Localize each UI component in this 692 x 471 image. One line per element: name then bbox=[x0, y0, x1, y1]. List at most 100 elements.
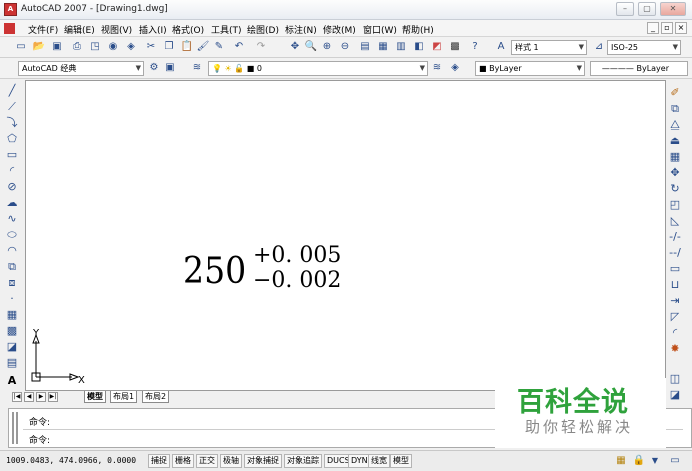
coordinate-readout[interactable]: 1009.0483, 474.0966, 0.0000 bbox=[6, 456, 136, 465]
toolbar-lock-icon[interactable]: 🔒 bbox=[632, 454, 646, 468]
workspace-save-icon[interactable]: ▣ bbox=[163, 61, 177, 75]
gradient-icon[interactable]: ▩ bbox=[3, 323, 21, 338]
multiline-text-icon[interactable]: A bbox=[3, 373, 21, 388]
menu-view[interactable]: 视图(V) bbox=[101, 23, 132, 36]
grid-toggle[interactable]: 栅格 bbox=[172, 454, 194, 468]
construction-line-icon[interactable]: ⟋ bbox=[3, 99, 21, 114]
scale-icon[interactable]: ◰ bbox=[666, 197, 684, 212]
undo-icon[interactable]: ↶ bbox=[232, 40, 246, 54]
minimize-button[interactable]: – bbox=[616, 2, 634, 16]
hatch-icon[interactable]: ▦ bbox=[3, 307, 21, 322]
doc-close-button[interactable]: × bbox=[675, 22, 687, 34]
tool-palettes-icon[interactable]: ▥ bbox=[394, 40, 408, 54]
dim-style-select[interactable]: ISO-25 ▼ bbox=[607, 40, 681, 55]
menu-format[interactable]: 格式(O) bbox=[172, 23, 204, 36]
markup-icon[interactable]: ◩ bbox=[430, 40, 444, 54]
chamfer-icon[interactable]: ◸ bbox=[666, 309, 684, 324]
erase-icon[interactable]: ✐ bbox=[666, 85, 684, 100]
pan-icon[interactable]: ✥ bbox=[288, 40, 302, 54]
menu-draw[interactable]: 绘图(D) bbox=[247, 23, 279, 36]
workspace-settings-icon[interactable]: ⚙ bbox=[147, 61, 161, 75]
extend-icon[interactable]: --/ bbox=[666, 245, 684, 260]
make-current-icon[interactable]: ≋ bbox=[430, 61, 444, 75]
point-icon[interactable]: · bbox=[3, 291, 21, 306]
workspace-select[interactable]: AutoCAD 经典 ▼ bbox=[18, 61, 144, 76]
offset-icon[interactable]: ⏏ bbox=[666, 133, 684, 148]
save-icon[interactable]: ▣ bbox=[50, 40, 64, 54]
command-prompt[interactable]: 命令: bbox=[29, 433, 50, 446]
properties-icon[interactable]: ▤ bbox=[358, 40, 372, 54]
polar-toggle[interactable]: 极轴 bbox=[220, 454, 242, 468]
break-icon[interactable]: ⊔ bbox=[666, 277, 684, 292]
revision-cloud-icon[interactable]: ☁ bbox=[3, 195, 21, 210]
3d-dwf-icon[interactable]: ◈ bbox=[124, 40, 138, 54]
copy-object-icon[interactable]: ⧉ bbox=[666, 101, 684, 116]
color-select[interactable]: ■ ByLayer ▼ bbox=[475, 61, 585, 76]
polyline-icon[interactable]: ⤵ bbox=[3, 115, 21, 130]
ellipse-icon[interactable]: ⬭ bbox=[3, 227, 21, 242]
copy-icon[interactable]: ❐ bbox=[162, 40, 176, 54]
status-menu-icon[interactable]: ▼ bbox=[648, 454, 662, 468]
doc-minimize-button[interactable]: _ bbox=[647, 22, 659, 34]
rotate-icon[interactable]: ↻ bbox=[666, 181, 684, 196]
menu-help[interactable]: 帮助(H) bbox=[402, 23, 434, 36]
doc-restore-button[interactable]: ▫ bbox=[661, 22, 673, 34]
autocad-app-icon[interactable]: A bbox=[4, 3, 17, 16]
help-icon[interactable]: ? bbox=[468, 40, 482, 54]
otrack-toggle[interactable]: 对象追踪 bbox=[284, 454, 322, 468]
snap-toggle[interactable]: 捕捉 bbox=[148, 454, 170, 468]
explode-icon[interactable]: ✸ bbox=[666, 341, 684, 356]
break-at-point-icon[interactable]: ▭ bbox=[666, 261, 684, 276]
model-toggle[interactable]: 模型 bbox=[390, 454, 412, 468]
array-icon[interactable]: ▦ bbox=[666, 149, 684, 164]
last-tab-icon[interactable]: ▶| bbox=[48, 392, 58, 402]
maximize-button[interactable]: ▢ bbox=[638, 2, 656, 16]
command-window-grip[interactable] bbox=[12, 412, 18, 444]
new-icon[interactable]: ▭ bbox=[14, 40, 28, 54]
trim-icon[interactable]: -/- bbox=[666, 229, 684, 244]
lineweight-toggle[interactable]: 线宽 bbox=[368, 454, 390, 468]
ellipse-arc-icon[interactable]: ◠ bbox=[3, 243, 21, 258]
menu-tools[interactable]: 工具(T) bbox=[211, 23, 242, 36]
mirror-icon[interactable]: ⧋ bbox=[666, 117, 684, 132]
next-tab-icon[interactable]: ▶ bbox=[36, 392, 46, 402]
paste-icon[interactable]: 📋 bbox=[180, 40, 194, 54]
zoom-window-icon[interactable]: ⊕ bbox=[320, 40, 334, 54]
menu-file[interactable]: 文件(F) bbox=[28, 23, 58, 36]
tab-model[interactable]: 模型 bbox=[84, 391, 106, 403]
menu-insert[interactable]: 插入(I) bbox=[139, 23, 167, 36]
region-icon[interactable]: ◪ bbox=[3, 339, 21, 354]
move-icon[interactable]: ✥ bbox=[666, 165, 684, 180]
cut-icon[interactable]: ✂ bbox=[144, 40, 158, 54]
tab-layout2[interactable]: 布局2 bbox=[142, 391, 170, 403]
document-icon[interactable] bbox=[4, 23, 15, 34]
communication-center-icon[interactable]: ▦ bbox=[614, 454, 628, 468]
osnap-toggle[interactable]: 对象捕捉 bbox=[244, 454, 282, 468]
clean-screen-icon[interactable]: ▭ bbox=[668, 454, 682, 468]
rectangle-icon[interactable]: ▭ bbox=[3, 147, 21, 162]
arc-icon[interactable]: ◜ bbox=[3, 163, 21, 178]
layer-select[interactable]: 💡 ☀ 🔓 ■ 0 ▼ bbox=[208, 61, 428, 76]
first-tab-icon[interactable]: |◀ bbox=[12, 392, 22, 402]
zoom-realtime-icon[interactable]: 🔍 bbox=[304, 40, 318, 54]
menu-dimension[interactable]: 标注(N) bbox=[285, 23, 317, 36]
fillet-icon[interactable]: ◜ bbox=[666, 325, 684, 340]
table-icon[interactable]: ▤ bbox=[3, 355, 21, 370]
draw-order-icon[interactable]: ◫ bbox=[666, 371, 684, 386]
layer-manager-icon[interactable]: ≋ bbox=[190, 61, 204, 75]
drawing-canvas[interactable]: 250 +0. 005 −0. 002 Y X bbox=[25, 80, 666, 391]
open-icon[interactable]: 📂 bbox=[32, 40, 46, 54]
linetype-select[interactable]: ———— ByLayer bbox=[590, 61, 688, 76]
join-icon[interactable]: ⇥ bbox=[666, 293, 684, 308]
menu-modify[interactable]: 修改(M) bbox=[323, 23, 356, 36]
insert-block-icon[interactable]: ⧉ bbox=[3, 259, 21, 274]
sheet-set-icon[interactable]: ◧ bbox=[412, 40, 426, 54]
polygon-icon[interactable]: ⬠ bbox=[3, 131, 21, 146]
layer-previous-icon[interactable]: ◈ bbox=[448, 61, 462, 75]
dim-style-icon[interactable]: ⊿ bbox=[592, 40, 606, 54]
previous-tab-icon[interactable]: ◀ bbox=[24, 392, 34, 402]
spline-icon[interactable]: ∿ bbox=[3, 211, 21, 226]
print-icon[interactable]: ⎙ bbox=[70, 40, 84, 54]
menu-window[interactable]: 窗口(W) bbox=[363, 23, 397, 36]
menu-edit[interactable]: 编辑(E) bbox=[64, 23, 95, 36]
